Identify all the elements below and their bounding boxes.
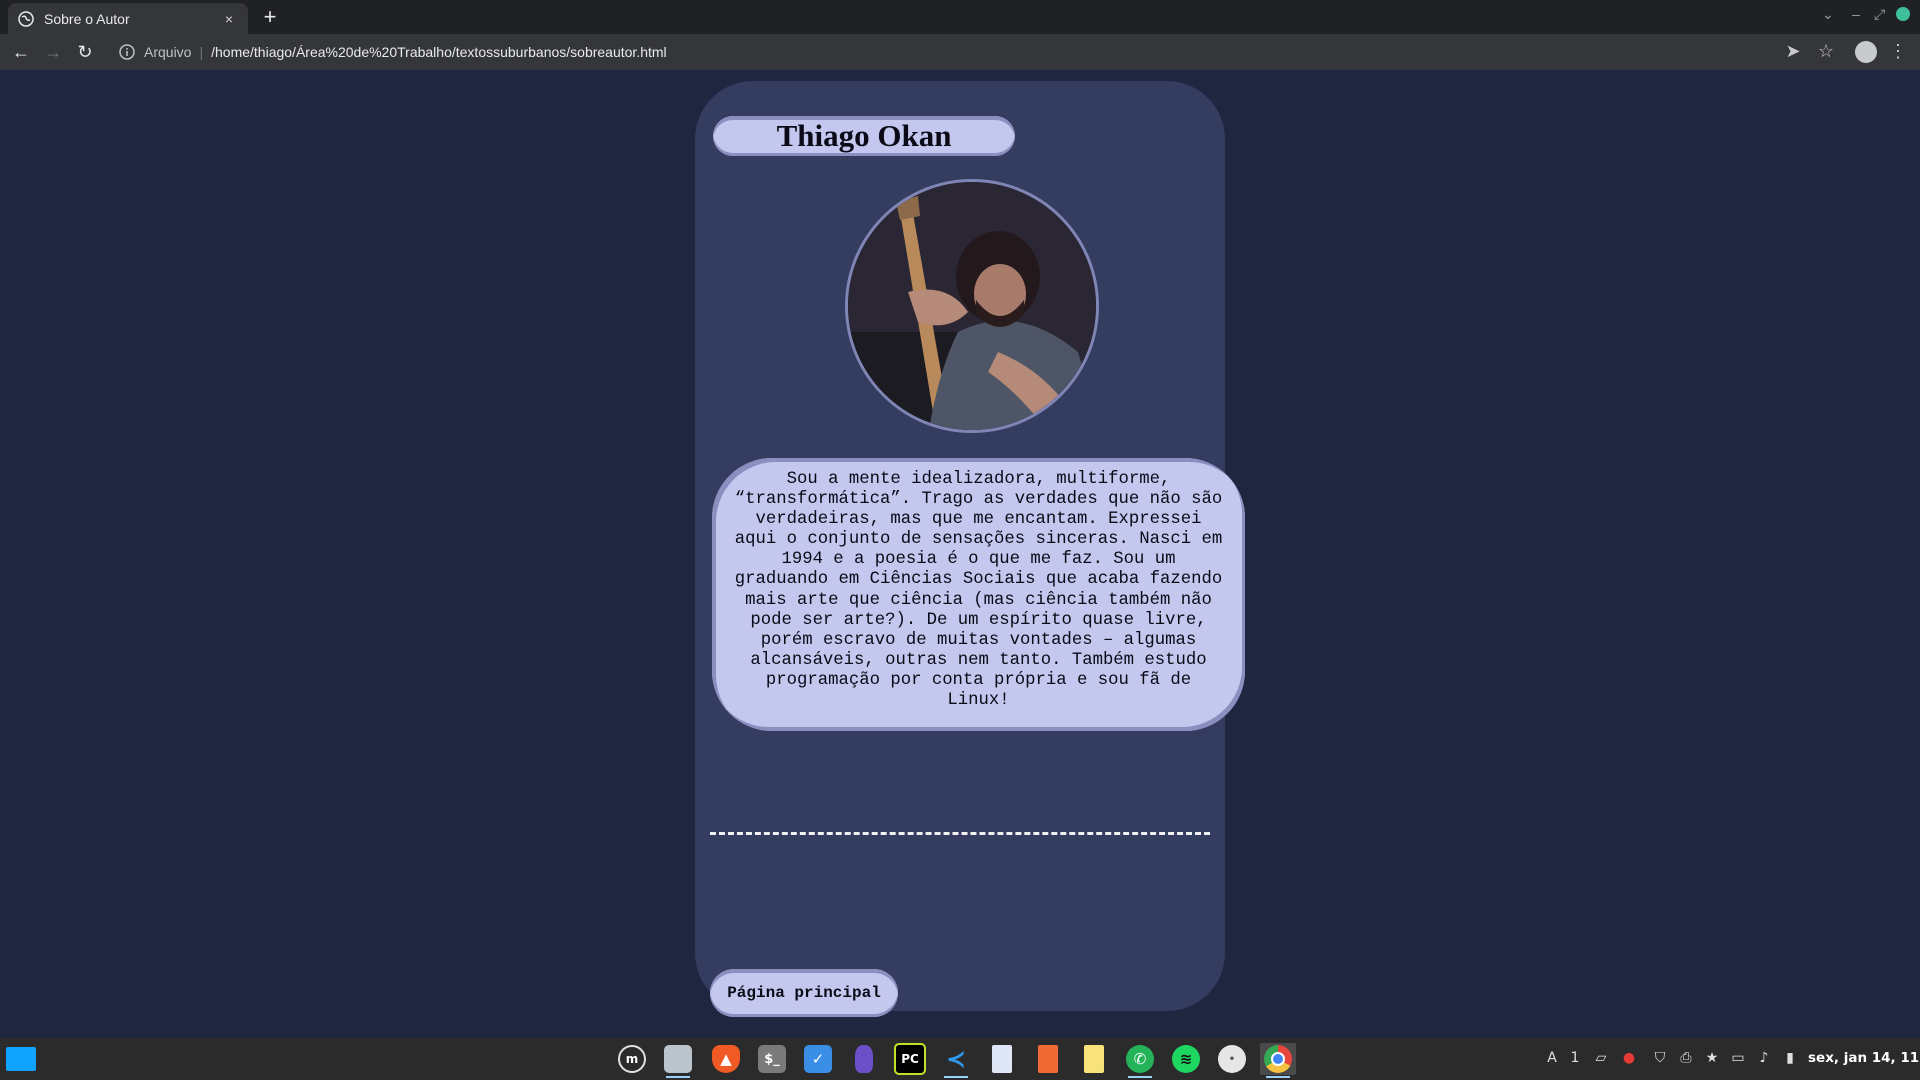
browser-toolbar: ← → ↻ Arquivo | /home/thiago/Área%20de%2…: [0, 34, 1920, 70]
back-icon[interactable]: ←: [10, 41, 32, 63]
show-desktop-button[interactable]: [6, 1047, 36, 1071]
printer-icon[interactable]: ⎙: [1677, 1050, 1695, 1066]
url-text[interactable]: /home/thiago/Área%20de%20Trabalho/textos…: [211, 44, 667, 60]
chrome-icon[interactable]: [1260, 1043, 1296, 1078]
document-icon[interactable]: [1030, 1043, 1066, 1075]
browser-tab[interactable]: Sobre o Autor ×: [8, 3, 248, 34]
keyboard-layout-icon[interactable]: A: [1543, 1050, 1561, 1066]
minimize-icon[interactable]: –: [1852, 6, 1860, 22]
url-source: Arquivo: [144, 44, 192, 60]
tasks-icon[interactable]: ✓: [800, 1043, 836, 1075]
files-icon[interactable]: [660, 1043, 696, 1078]
bookmark-star-icon[interactable]: ☆: [1815, 41, 1837, 62]
menu-kebab-icon[interactable]: ⋮: [1887, 41, 1909, 62]
new-tab-button[interactable]: +: [258, 4, 282, 30]
obsidian-icon[interactable]: [846, 1043, 882, 1075]
info-icon[interactable]: [118, 43, 136, 61]
restore-icon[interactable]: ⤢: [1874, 6, 1885, 23]
star-icon[interactable]: ★: [1703, 1050, 1721, 1066]
profile-icon[interactable]: [1855, 41, 1877, 63]
url-separator: |: [199, 44, 204, 60]
reload-icon[interactable]: ↻: [74, 41, 96, 63]
notes-icon[interactable]: [1076, 1043, 1112, 1075]
section-divider: [710, 832, 1210, 835]
os-taskbar: m ▲ $_ ✓ PC ≺ ✆ ≋ • A 1 ▱ ● ⛉ ⎙ ★ ▭ ♪ ▮ …: [0, 1038, 1920, 1080]
whatsapp-icon[interactable]: ✆: [1122, 1043, 1158, 1078]
display-icon[interactable]: ▭: [1729, 1050, 1747, 1066]
vscode-icon[interactable]: ≺: [938, 1043, 974, 1078]
bio-text: Sou a mente idealizadora, multiforme, “t…: [734, 470, 1223, 711]
tab-title: Sobre o Autor: [44, 10, 130, 27]
home-page-button[interactable]: Página principal: [710, 969, 898, 1017]
volume-icon[interactable]: ♪: [1755, 1050, 1773, 1066]
mint-menu-icon[interactable]: m: [614, 1043, 650, 1075]
browser-tabbar: Sobre o Autor × + ⌄ – ⤢: [0, 0, 1920, 34]
address-bar[interactable]: Arquivo | /home/thiago/Área%20de%20Traba…: [108, 37, 1784, 67]
text-editor-icon[interactable]: [984, 1043, 1020, 1075]
globe-icon: [18, 10, 34, 27]
author-name: Thiago Okan: [776, 118, 952, 153]
terminal-icon[interactable]: $_: [754, 1043, 790, 1075]
calendar-icon[interactable]: •: [1214, 1043, 1250, 1075]
author-photo: [845, 179, 1099, 433]
close-window-icon[interactable]: [1896, 7, 1910, 21]
pycharm-icon[interactable]: PC: [892, 1043, 928, 1075]
tab-search-icon[interactable]: ⌄: [1822, 6, 1834, 23]
brave-browser-icon[interactable]: ▲: [708, 1043, 744, 1075]
clock[interactable]: sex, jan 14, 11:40: [1808, 1050, 1920, 1066]
author-name-pill: Thiago Okan: [713, 116, 1015, 156]
mega-sync-icon[interactable]: ●: [1620, 1050, 1638, 1066]
sticky-notes-icon[interactable]: ▱: [1592, 1050, 1610, 1066]
close-tab-icon[interactable]: ×: [220, 11, 238, 27]
forward-icon[interactable]: →: [42, 41, 64, 63]
send-icon[interactable]: ➤: [1782, 41, 1804, 62]
battery-icon[interactable]: ▮: [1781, 1050, 1799, 1066]
bio-box: Sou a mente idealizadora, multiforme, “t…: [712, 458, 1245, 731]
spotify-icon[interactable]: ≋: [1168, 1043, 1204, 1075]
workspace-indicator-icon[interactable]: 1: [1566, 1050, 1584, 1066]
shield-icon[interactable]: ⛉: [1651, 1050, 1669, 1066]
author-photo-image: [848, 182, 1096, 430]
